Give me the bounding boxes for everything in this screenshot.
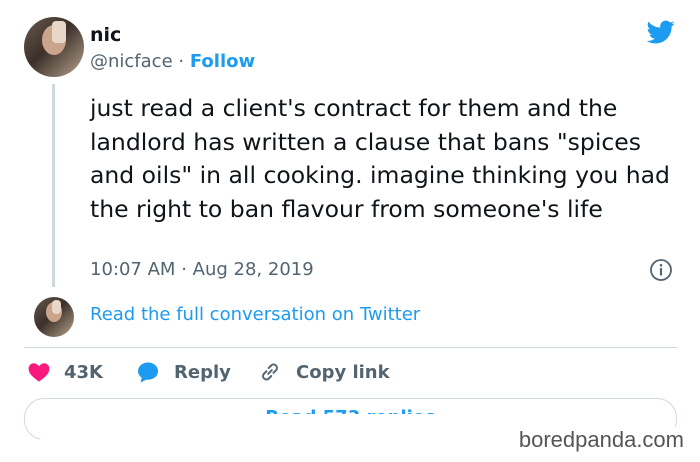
tweet-timestamp[interactable]: 10:07 AM · Aug 28, 2019 <box>90 259 314 280</box>
copy-link-label: Copy link <box>296 361 390 383</box>
thread-avatar[interactable] <box>34 297 74 337</box>
thread-line <box>52 84 55 287</box>
copy-link-button[interactable]: Copy link <box>258 360 390 384</box>
heart-icon <box>28 363 50 382</box>
link-icon <box>262 363 278 381</box>
avatar-phone <box>52 300 61 314</box>
reply-label: Reply <box>174 361 231 383</box>
tweet-text: just read a client's contract for them a… <box>90 94 670 223</box>
author-handle-row: @nicface · Follow <box>90 51 255 72</box>
divider <box>24 347 677 348</box>
like-button[interactable]: 43K <box>26 360 103 384</box>
speech-bubble-icon <box>138 362 158 383</box>
avatar-phone <box>52 21 66 43</box>
author-handle[interactable]: @nicface <box>90 51 173 72</box>
info-icon[interactable] <box>649 258 673 282</box>
tweet-time: 10:07 AM <box>90 259 176 280</box>
follow-button[interactable]: Follow <box>190 51 255 72</box>
read-full-conversation-link[interactable]: Read the full conversation on Twitter <box>90 304 420 325</box>
author-avatar[interactable] <box>24 17 84 77</box>
tweet-date: Aug 28, 2019 <box>192 259 314 280</box>
watermark: boredpanda.com <box>512 427 684 453</box>
reply-button[interactable]: Reply <box>136 360 231 384</box>
author-name[interactable]: nic <box>90 24 121 46</box>
like-count: 43K <box>64 361 103 383</box>
timestamp-separator: · <box>181 259 187 280</box>
handle-separator: · <box>178 51 185 72</box>
twitter-bird-icon[interactable] <box>645 18 677 46</box>
